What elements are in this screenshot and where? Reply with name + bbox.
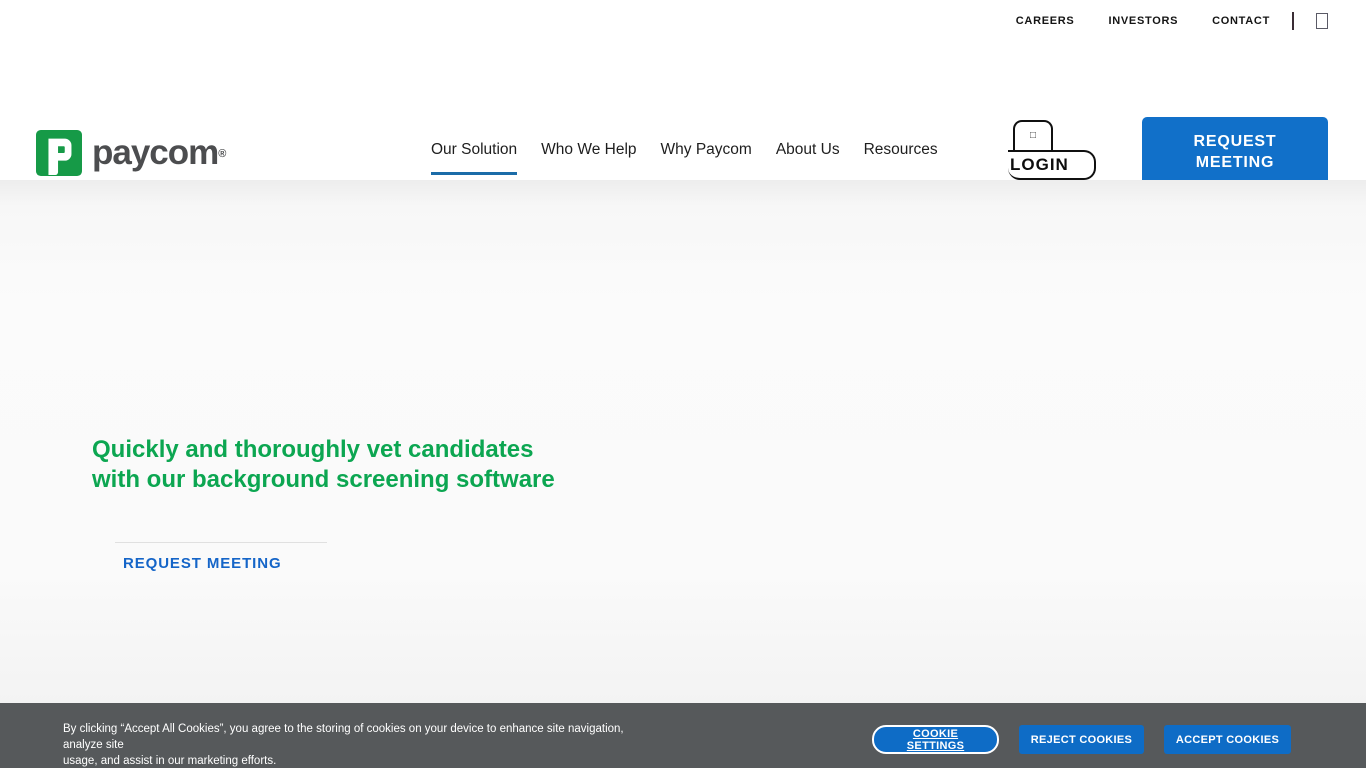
cookie-message-line1: By clicking “Accept All Cookies”, you ag… <box>63 721 663 753</box>
request-meeting-button[interactable]: REQUEST MEETING <box>1142 117 1328 186</box>
login-label-box: LOGIN <box>1008 150 1096 180</box>
hero-section: Quickly and thoroughly vet candidates wi… <box>0 180 1366 703</box>
hero-cta-divider <box>115 542 327 543</box>
nav-item-who-we-help[interactable]: Who We Help <box>541 141 636 172</box>
login-button[interactable]: □ LOGIN <box>1008 120 1096 180</box>
cookie-settings-label: COOKIE SETTINGS <box>884 728 987 752</box>
page: CAREERS INVESTORS CONTACT paycom® Our So… <box>0 0 1366 768</box>
topbar-divider <box>1292 12 1294 30</box>
paycom-logo-icon <box>36 130 82 176</box>
search-icon[interactable] <box>1316 13 1328 29</box>
cookie-message: By clicking “Accept All Cookies”, you ag… <box>63 721 663 769</box>
contact-link[interactable]: CONTACT <box>1212 15 1270 27</box>
nav-item-why-paycom[interactable]: Why Paycom <box>661 141 752 172</box>
nav-item-about-us[interactable]: About Us <box>776 141 840 172</box>
hero-heading: Quickly and thoroughly vet candidates wi… <box>92 435 555 495</box>
main-header: paycom® Our Solution Who We Help Why Pay… <box>0 42 1366 180</box>
investors-link[interactable]: INVESTORS <box>1108 15 1178 27</box>
top-utility-bar: CAREERS INVESTORS CONTACT <box>0 0 1366 42</box>
accept-cookies-button[interactable]: ACCEPT COOKIES <box>1164 725 1291 754</box>
login-label: LOGIN <box>1010 155 1069 175</box>
hero-request-meeting-link[interactable]: REQUEST MEETING <box>123 555 282 572</box>
cookie-consent-banner: By clicking “Accept All Cookies”, you ag… <box>0 703 1366 768</box>
nav-item-our-solution[interactable]: Our Solution <box>431 141 517 175</box>
cookie-settings-button[interactable]: COOKIE SETTINGS <box>872 725 999 754</box>
cookie-message-line2: usage, and assist in our marketing effor… <box>63 753 663 769</box>
reject-cookies-button[interactable]: REJECT COOKIES <box>1019 725 1144 754</box>
hero-heading-line1: Quickly and thoroughly vet candidates <box>92 435 555 465</box>
hero-heading-line2: with our background screening software <box>92 465 555 495</box>
paycom-logo-text: paycom® <box>92 130 225 176</box>
registered-mark: ® <box>218 148 225 160</box>
login-user-icon-box: □ <box>1013 120 1053 150</box>
missing-glyph-icon: □ <box>1030 131 1036 141</box>
paycom-logo[interactable]: paycom® <box>36 130 225 176</box>
careers-link[interactable]: CAREERS <box>1016 15 1075 27</box>
main-nav: Our Solution Who We Help Why Paycom Abou… <box>431 141 938 175</box>
nav-item-resources[interactable]: Resources <box>864 141 938 172</box>
